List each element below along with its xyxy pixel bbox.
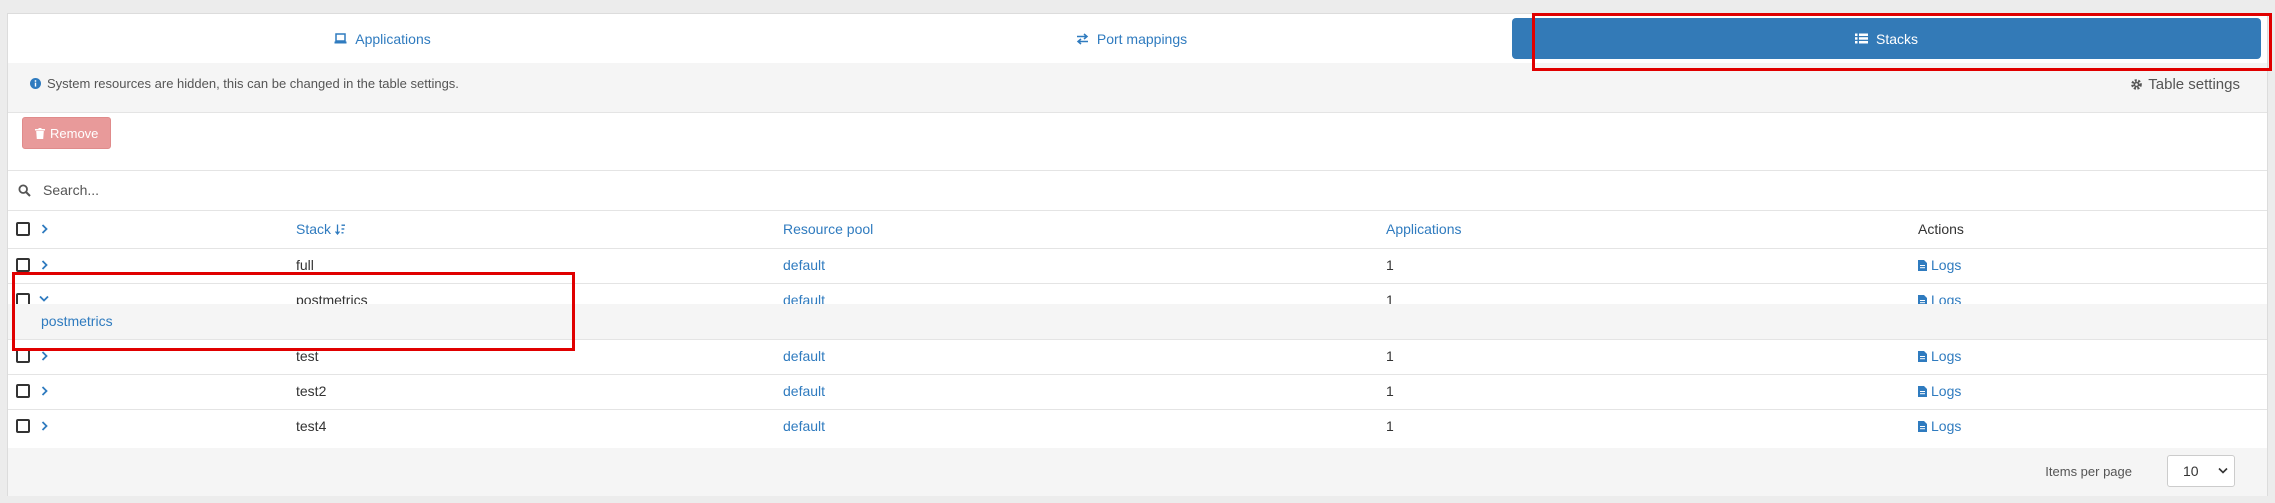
chevron-down-icon[interactable] xyxy=(39,295,49,302)
tab-port-mappings-label: Port mappings xyxy=(1096,30,1188,47)
row-checkbox[interactable] xyxy=(16,349,30,363)
resource-pool-link[interactable]: default xyxy=(783,383,825,399)
tab-stacks[interactable]: Stacks xyxy=(1506,14,2267,63)
logs-label: Logs xyxy=(1931,383,1962,399)
row-checkbox[interactable] xyxy=(16,258,30,272)
chevron-right-icon[interactable] xyxy=(41,260,48,270)
items-per-page-select[interactable]: 10 xyxy=(2167,455,2235,487)
column-header-actions: Actions xyxy=(1918,221,1964,237)
column-header-resource-pool[interactable]: Resource pool xyxy=(783,221,873,237)
remove-label: Remove xyxy=(50,125,99,141)
row-checkbox[interactable] xyxy=(16,384,30,398)
applications-count: 1 xyxy=(1386,257,1394,273)
tab-applications-label: Applications xyxy=(355,30,431,47)
table-row: test4 default 1 Logs xyxy=(8,409,2267,444)
stack-name: test2 xyxy=(296,383,327,399)
chevron-right-icon[interactable] xyxy=(41,351,48,361)
stack-name: full xyxy=(296,257,314,273)
gear-icon xyxy=(2131,79,2143,90)
tab-stacks-label: Stacks xyxy=(1875,30,1918,47)
table-footer: Items per page 10 xyxy=(8,448,2267,496)
resource-pool-link[interactable]: default xyxy=(783,418,825,434)
tab-stacks-button[interactable]: Stacks xyxy=(1512,18,2261,59)
file-icon xyxy=(1918,350,1927,362)
column-header-applications[interactable]: Applications xyxy=(1386,221,1462,237)
stack-name: test xyxy=(296,348,319,364)
tab-applications[interactable]: Applications xyxy=(8,14,757,63)
chevron-right-icon[interactable] xyxy=(41,386,48,396)
table-row: test2 default 1 Logs xyxy=(8,374,2267,410)
applications-count: 1 xyxy=(1386,418,1394,434)
system-resources-notice: System resources are hidden, this can be… xyxy=(30,76,459,91)
exchange-icon xyxy=(1076,32,1089,45)
list-icon xyxy=(1854,33,1868,44)
logs-link[interactable]: Logs xyxy=(1918,257,1961,273)
logs-link[interactable]: Logs xyxy=(1918,383,1961,399)
logs-label: Logs xyxy=(1931,348,1962,364)
file-icon xyxy=(1918,420,1927,432)
search-bar xyxy=(8,170,2267,211)
action-bar xyxy=(8,112,2267,171)
table-row: postmetrics default 1 Logs xyxy=(8,283,2267,308)
notice-text: System resources are hidden, this can be… xyxy=(47,76,459,91)
search-icon xyxy=(18,183,31,197)
file-icon xyxy=(1918,259,1927,271)
applications-count: 1 xyxy=(1386,348,1394,364)
applications-count: 1 xyxy=(1386,383,1394,399)
resource-pool-link[interactable]: default xyxy=(783,348,825,364)
trash-icon xyxy=(35,127,45,139)
chevron-down-icon xyxy=(2218,467,2228,474)
logs-label: Logs xyxy=(1931,257,1962,273)
stacks-panel: Applications Port mappings Stacks System… xyxy=(7,13,2268,496)
file-icon xyxy=(1918,385,1927,397)
info-bar: System resources are hidden, this can be… xyxy=(8,63,2267,113)
table-header: Stack Resource pool Applications Actions xyxy=(8,210,2267,249)
tab-bar: Applications Port mappings Stacks xyxy=(8,14,2267,64)
sort-icon xyxy=(335,224,346,235)
row-checkbox[interactable] xyxy=(16,419,30,433)
table-row: test default 1 Logs xyxy=(8,339,2267,375)
table-settings-label: Table settings xyxy=(2148,76,2240,93)
logs-link[interactable]: Logs xyxy=(1918,418,1961,434)
logs-label: Logs xyxy=(1931,418,1962,434)
expanded-row-details: postmetrics xyxy=(8,304,2267,340)
items-per-page-value: 10 xyxy=(2183,463,2199,479)
chevron-right-icon[interactable] xyxy=(41,224,48,234)
tab-port-mappings[interactable]: Port mappings xyxy=(757,14,1506,63)
table-settings-button[interactable]: Table settings xyxy=(2130,76,2240,93)
table-row: full default 1 Logs xyxy=(8,248,2267,284)
logs-link[interactable]: Logs xyxy=(1918,348,1961,364)
items-per-page-label: Items per page xyxy=(2045,464,2132,479)
column-header-stack[interactable]: Stack xyxy=(296,221,346,237)
remove-button[interactable]: Remove xyxy=(22,117,112,149)
select-all-checkbox[interactable] xyxy=(16,222,30,236)
column-header-stack-label: Stack xyxy=(296,221,332,237)
stack-name: test4 xyxy=(296,418,327,434)
application-link-postmetrics[interactable]: postmetrics xyxy=(41,313,113,329)
search-input[interactable] xyxy=(41,181,645,199)
chevron-right-icon[interactable] xyxy=(41,421,48,431)
resource-pool-link[interactable]: default xyxy=(783,257,825,273)
info-icon xyxy=(30,78,41,89)
laptop-icon xyxy=(334,33,347,44)
